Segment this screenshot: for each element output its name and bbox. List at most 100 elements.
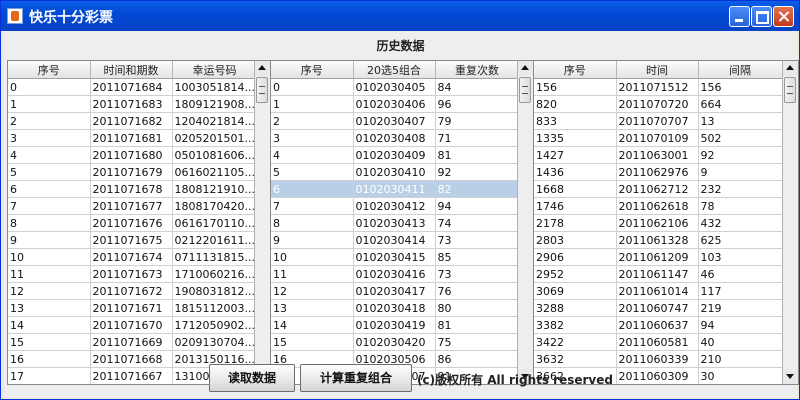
table-cell[interactable]: 2 xyxy=(8,112,91,130)
table-cell[interactable]: 2011071674 xyxy=(90,248,173,266)
table-row[interactable]: 156 2011071512 156 xyxy=(534,78,783,96)
table-cell[interactable]: 40 xyxy=(698,333,783,351)
table-cell[interactable]: 11 xyxy=(8,265,91,283)
table-cell[interactable]: 86 xyxy=(435,350,520,368)
table-row[interactable]: 1668 2011062712 232 xyxy=(534,180,783,198)
table-row[interactable]: 8 2011071676 0616170110... xyxy=(8,214,258,232)
table-cell[interactable]: 2011071683 xyxy=(90,95,173,113)
table-row[interactable]: 1 0102030406 96 xyxy=(271,95,520,113)
title-bar[interactable]: 快乐十分彩票 xyxy=(1,1,799,31)
table-cell[interactable]: 219 xyxy=(698,299,783,317)
table-cell[interactable]: 2011062618 xyxy=(616,197,699,215)
table-cell[interactable]: 0205201501... xyxy=(172,129,258,147)
table-cell[interactable]: 3422 xyxy=(534,333,617,351)
table-row[interactable]: 1436 2011062976 9 xyxy=(534,163,783,181)
table-cell[interactable]: 0102030412 xyxy=(353,197,436,215)
table-cell[interactable]: 82 xyxy=(435,180,520,198)
table-cell[interactable]: 833 xyxy=(534,112,617,130)
table-cell[interactable]: 156 xyxy=(534,78,617,96)
table-cell[interactable]: 2011071682 xyxy=(90,112,173,130)
table-cell[interactable]: 2011062976 xyxy=(616,163,699,181)
table-row[interactable]: 12 2011071672 1908031812... xyxy=(8,282,258,300)
scrollbar-thumb[interactable] xyxy=(256,77,268,103)
table-cell[interactable]: 3632 xyxy=(534,350,617,368)
table-cell[interactable]: 79 xyxy=(435,112,520,130)
table-row[interactable]: 2178 2011062106 432 xyxy=(534,214,783,232)
table-cell[interactable]: 0501081606... xyxy=(172,146,258,164)
table-cell[interactable]: 81 xyxy=(435,316,520,334)
table-row[interactable]: 10 0102030415 85 xyxy=(271,248,520,266)
vertical-scrollbar[interactable] xyxy=(517,61,533,384)
table-cell[interactable]: 3 xyxy=(8,129,91,147)
table-cell[interactable]: 0 xyxy=(271,78,354,96)
table-row[interactable]: 9 0102030414 73 xyxy=(271,231,520,249)
table-cell[interactable]: 4 xyxy=(8,146,91,164)
scroll-up-icon[interactable] xyxy=(518,61,533,76)
table-row[interactable]: 5 2011071679 0616021105... xyxy=(8,163,258,181)
table-cell[interactable]: 75 xyxy=(435,333,520,351)
table-cell[interactable]: 2011060747 xyxy=(616,299,699,317)
scrollbar-thumb[interactable] xyxy=(519,77,531,103)
table-cell[interactable]: 4 xyxy=(271,146,354,164)
table-cell[interactable]: 0102030419 xyxy=(353,316,436,334)
table-cell[interactable]: 2011062712 xyxy=(616,180,699,198)
column-header[interactable]: 20选5组合 xyxy=(353,61,436,79)
table-cell[interactable]: 0711131815... xyxy=(172,248,258,266)
table-cell[interactable]: 71 xyxy=(435,129,520,147)
table-cell[interactable]: 6 xyxy=(271,180,354,198)
scroll-up-icon[interactable] xyxy=(255,61,270,76)
table-cell[interactable]: 2011071673 xyxy=(90,265,173,283)
table-cell[interactable]: 2011061328 xyxy=(616,231,699,249)
table-cell[interactable]: 15 xyxy=(8,333,91,351)
table-cell[interactable]: 1 xyxy=(271,95,354,113)
minimize-icon[interactable] xyxy=(729,6,750,27)
table-cell[interactable]: 3069 xyxy=(534,282,617,300)
table-cell[interactable]: 12 xyxy=(8,282,91,300)
table-row[interactable]: 3069 2011061014 117 xyxy=(534,282,783,300)
column-header[interactable]: 序号 xyxy=(534,61,617,79)
table-row[interactable]: 6 0102030411 82 xyxy=(271,180,520,198)
table-cell[interactable]: 0102030420 xyxy=(353,333,436,351)
table-row[interactable]: 6 2011071678 1808121910... xyxy=(8,180,258,198)
table-cell[interactable]: 1746 xyxy=(534,197,617,215)
table-cell[interactable]: 625 xyxy=(698,231,783,249)
table-cell[interactable]: 1908031812... xyxy=(172,282,258,300)
table-cell[interactable]: 1712050902... xyxy=(172,316,258,334)
column-header[interactable]: 时间和期数 xyxy=(90,61,173,79)
table-cell[interactable]: 5 xyxy=(271,163,354,181)
table-cell[interactable]: 1427 xyxy=(534,146,617,164)
table-cell[interactable]: 0102030409 xyxy=(353,146,436,164)
table-row[interactable]: 3382 2011060637 94 xyxy=(534,316,783,334)
column-header[interactable]: 间隔 xyxy=(698,61,783,79)
table-row[interactable]: 0 0102030405 84 xyxy=(271,78,520,96)
column-header[interactable]: 重复次数 xyxy=(435,61,520,79)
column-header[interactable]: 幸运号码 xyxy=(172,61,258,79)
table-row[interactable]: 11 2011071673 1710060216... xyxy=(8,265,258,283)
table-cell[interactable]: 664 xyxy=(698,95,783,113)
read-data-button[interactable]: 读取数据 xyxy=(209,364,295,392)
column-header[interactable]: 时间 xyxy=(616,61,699,79)
table-cell[interactable]: 85 xyxy=(435,248,520,266)
table-cell[interactable]: 0616170110... xyxy=(172,214,258,232)
table-cell[interactable]: 156 xyxy=(698,78,783,96)
table-cell[interactable]: 11 xyxy=(271,265,354,283)
table-cell[interactable]: 0102030411 xyxy=(353,180,436,198)
table-cell[interactable]: 2011070720 xyxy=(616,95,699,113)
table-row[interactable]: 2906 2011061209 103 xyxy=(534,248,783,266)
table-cell[interactable]: 80 xyxy=(435,299,520,317)
table-cell[interactable]: 2011071670 xyxy=(90,316,173,334)
table-cell[interactable]: 0102030414 xyxy=(353,231,436,249)
table-cell[interactable]: 15 xyxy=(271,333,354,351)
table-cell[interactable]: 1204021814... xyxy=(172,112,258,130)
table-cell[interactable]: 0209130704... xyxy=(172,333,258,351)
table-cell[interactable]: 92 xyxy=(435,163,520,181)
table-cell[interactable]: 2011061209 xyxy=(616,248,699,266)
table-row[interactable]: 2 0102030407 79 xyxy=(271,112,520,130)
table-row[interactable]: 3 0102030408 71 xyxy=(271,129,520,147)
table-cell[interactable]: 2011070109 xyxy=(616,129,699,147)
table-cell[interactable]: 1808121910... xyxy=(172,180,258,198)
scroll-up-icon[interactable] xyxy=(783,61,798,76)
table-cell[interactable]: 2011071678 xyxy=(90,180,173,198)
table-cell[interactable]: 2011071676 xyxy=(90,214,173,232)
table-cell[interactable]: 2011071668 xyxy=(90,350,173,368)
